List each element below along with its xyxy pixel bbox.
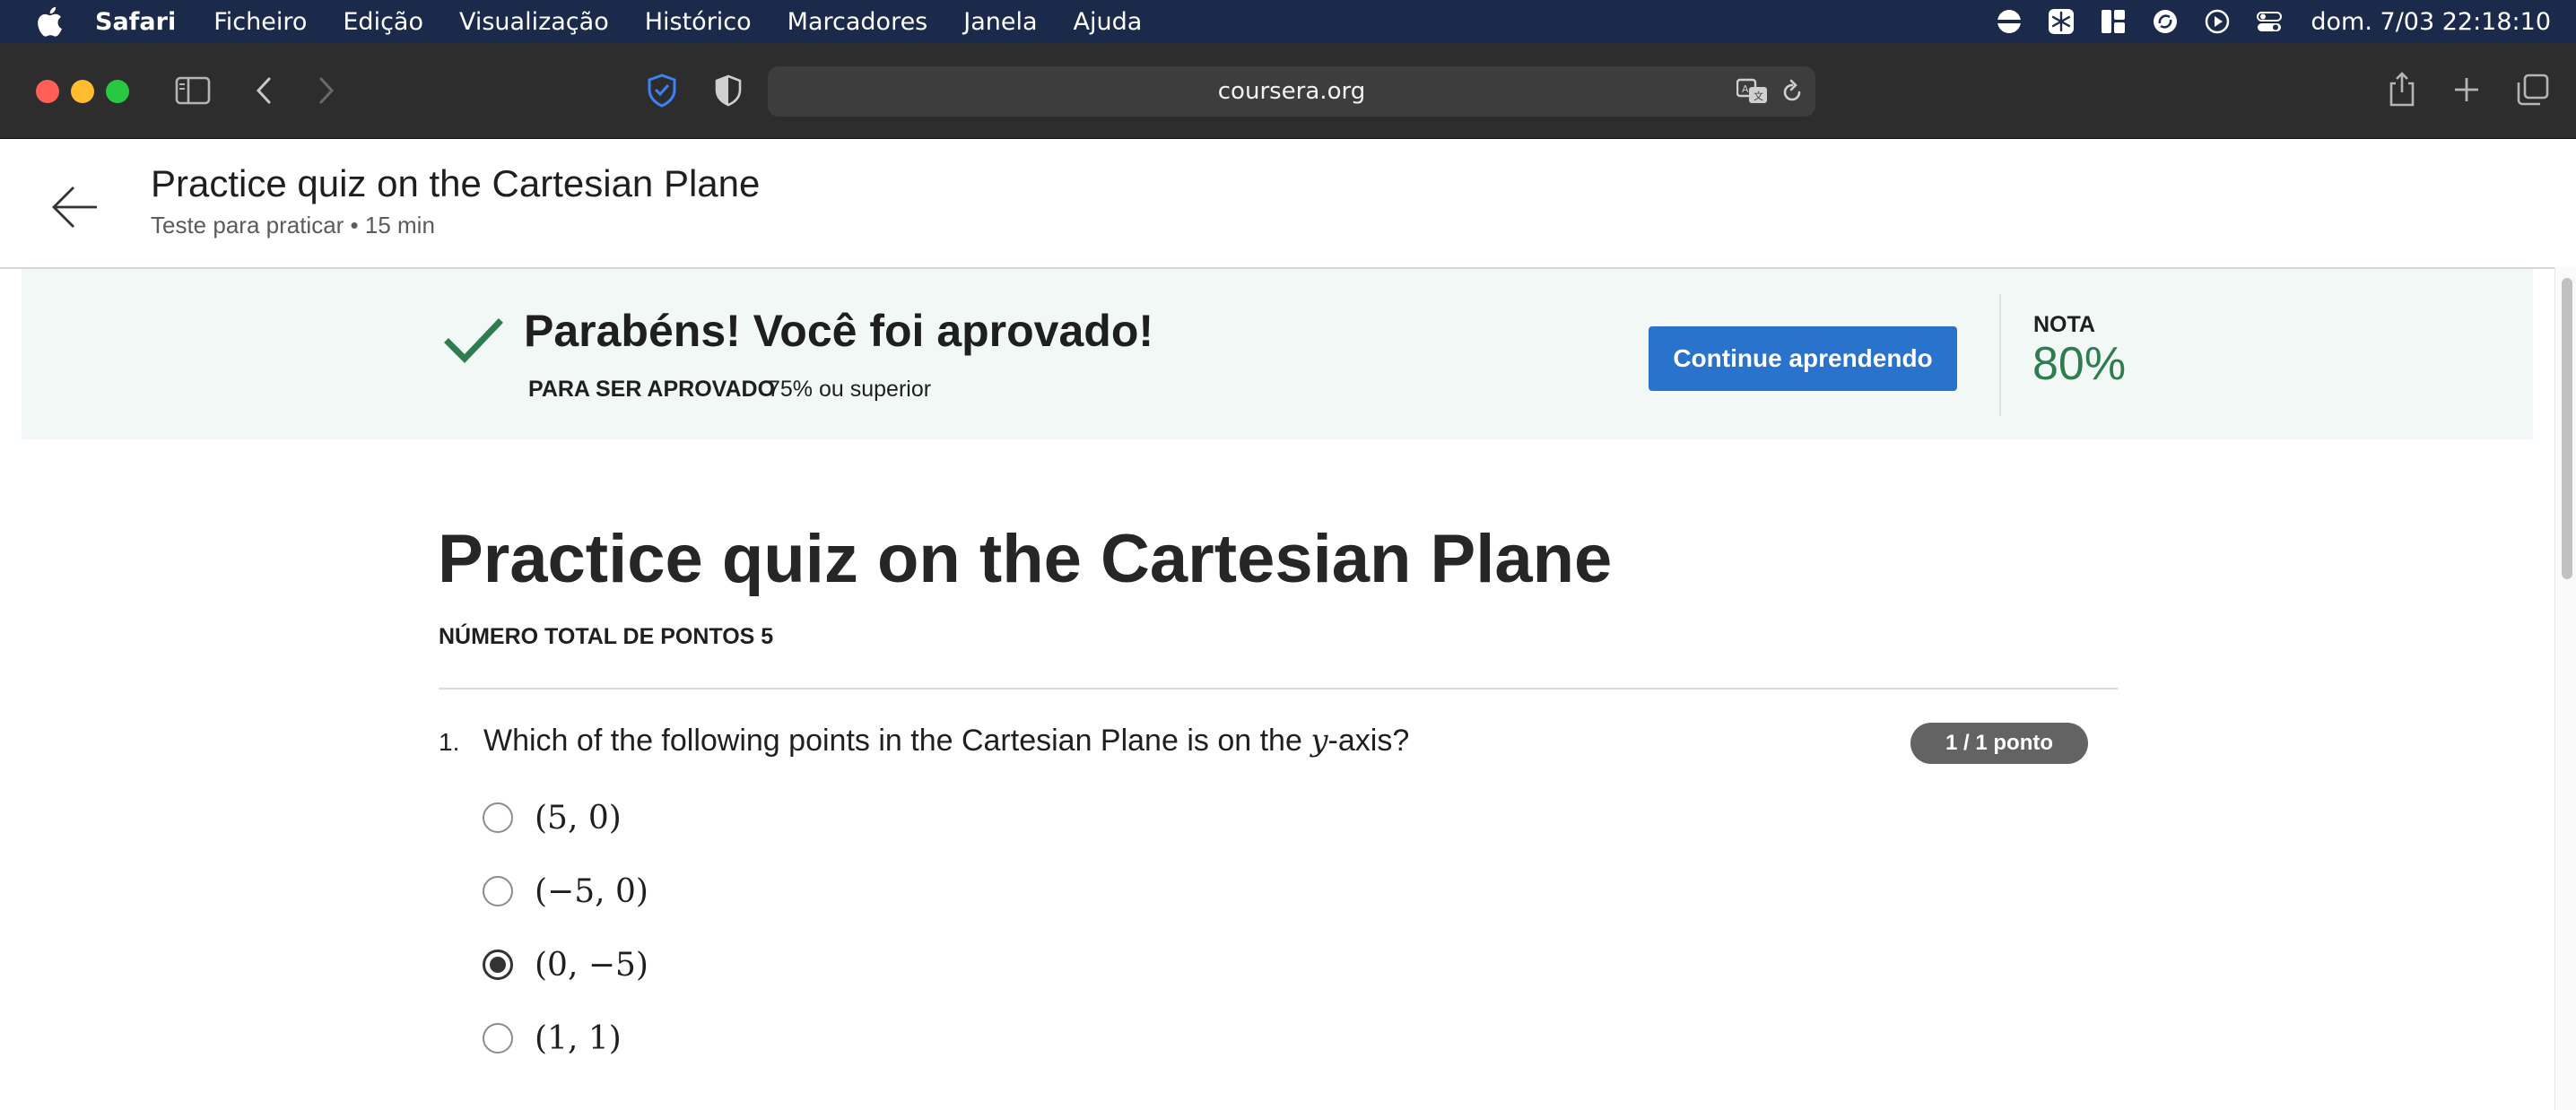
- apple-menu-icon[interactable]: [36, 6, 63, 37]
- grade-value: 80%: [2032, 338, 2127, 390]
- menu-janela[interactable]: Janela: [963, 8, 1037, 36]
- browser-toolbar: coursera.org A文: [0, 43, 2576, 139]
- radio-button[interactable]: [483, 1023, 513, 1054]
- window-close-button[interactable]: [36, 80, 59, 103]
- window-minimize-button[interactable]: [71, 80, 94, 103]
- forward-icon[interactable]: [312, 72, 341, 109]
- reload-icon[interactable]: [1778, 77, 1806, 106]
- answer-option-4[interactable]: (1, 1): [483, 1015, 622, 1062]
- banner-divider: [1999, 294, 2001, 416]
- question-math-variable: y: [1310, 723, 1328, 759]
- control-center-icon[interactable]: [2255, 7, 2284, 36]
- back-icon[interactable]: [249, 72, 278, 109]
- page-title: Practice quiz on the Cartesian Plane: [151, 162, 761, 204]
- page-subtitle: Teste para praticar • 15 min: [151, 212, 435, 238]
- macos-menu-bar: Safari Ficheiro Edição Visualização Hist…: [0, 0, 2576, 43]
- pass-message: Parabéns! Você foi aprovado!: [524, 306, 1154, 356]
- course-item-header: Practice quiz on the Cartesian Plane Tes…: [0, 139, 2576, 269]
- answer-option-3[interactable]: (0, −5): [483, 941, 648, 988]
- quiz-result-banner: Parabéns! Você foi aprovado! PARA SER AP…: [22, 269, 2533, 439]
- radio-button-selected[interactable]: [483, 950, 513, 980]
- menu-edicao[interactable]: Edição: [343, 8, 423, 36]
- menu-bar-status-area: dom. 7/03 22:18:10: [1971, 0, 2551, 43]
- menu-app-name[interactable]: Safari: [95, 8, 176, 36]
- privacy-report-icon[interactable]: [710, 71, 746, 110]
- play-icon[interactable]: [2203, 7, 2232, 36]
- radio-button[interactable]: [483, 876, 513, 906]
- tab-overview-icon[interactable]: [2515, 72, 2551, 108]
- privacy-shield-icon[interactable]: [644, 71, 680, 110]
- address-bar[interactable]: coursera.org A文: [768, 66, 1815, 117]
- quiz-title: Practice quiz on the Cartesian Plane: [438, 521, 1613, 597]
- layout-icon[interactable]: [2099, 7, 2128, 36]
- checkmark-icon: [443, 316, 506, 369]
- pass-requirement-value: 75% ou superior: [768, 377, 932, 402]
- translate-icon[interactable]: A文: [1735, 77, 1771, 106]
- sync-icon[interactable]: [2151, 7, 2180, 36]
- question-number: 1.: [439, 728, 460, 756]
- answer-option-label[interactable]: (5, 0): [535, 800, 622, 837]
- points-badge: 1 / 1 ponto: [1910, 723, 2088, 764]
- window-maximize-button[interactable]: [106, 80, 129, 103]
- back-arrow-icon[interactable]: [50, 182, 100, 232]
- answer-option-label[interactable]: (0, −5): [535, 947, 648, 984]
- total-points: NÚMERO TOTAL DE PONTOS 5: [439, 624, 774, 649]
- menu-ajuda[interactable]: Ajuda: [1074, 8, 1143, 36]
- menu-ficheiro[interactable]: Ficheiro: [213, 8, 307, 36]
- svg-text:文: 文: [1754, 90, 1763, 102]
- snowflake-icon[interactable]: [2047, 7, 2076, 36]
- question-text-start: Which of the following points in the Car…: [483, 724, 1311, 758]
- page-scrollbar-thumb[interactable]: [2562, 278, 2572, 579]
- sidebar-toggle-icon[interactable]: [172, 72, 213, 109]
- pass-requirement-label: PARA SER APROVADO: [528, 377, 776, 402]
- address-url[interactable]: coursera.org: [768, 66, 1815, 117]
- question-text-end: -axis?: [1327, 724, 1410, 758]
- menu-marcadores[interactable]: Marcadores: [788, 8, 928, 36]
- answer-option-label[interactable]: (−5, 0): [535, 873, 648, 910]
- radio-button[interactable]: [483, 802, 513, 833]
- share-icon[interactable]: [2386, 68, 2418, 109]
- new-tab-icon[interactable]: [2450, 72, 2483, 108]
- menu-historico[interactable]: Histórico: [645, 8, 752, 36]
- svg-text:A: A: [1742, 83, 1749, 95]
- continue-learning-button[interactable]: Continue aprendendo: [1649, 326, 1957, 391]
- display-icon[interactable]: [1995, 7, 2023, 36]
- answer-option-1[interactable]: (5, 0): [483, 794, 622, 841]
- quiz-divider: [439, 688, 2118, 689]
- question-text: Which of the following points in the Car…: [483, 723, 1409, 759]
- answer-option-label[interactable]: (1, 1): [535, 1020, 622, 1057]
- answer-option-2[interactable]: (−5, 0): [483, 868, 648, 915]
- menu-visualizacao[interactable]: Visualização: [459, 8, 609, 36]
- menu-bar-clock[interactable]: dom. 7/03 22:18:10: [2311, 8, 2551, 36]
- grade-label: NOTA: [2033, 312, 2095, 337]
